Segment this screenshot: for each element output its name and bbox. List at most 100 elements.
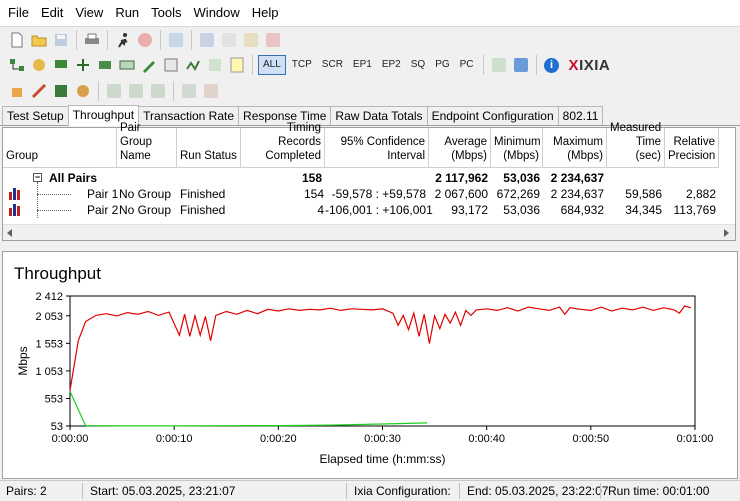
cell-minimum: 672,269 <box>496 187 540 201</box>
endpoint-pair-icon[interactable] <box>118 56 136 74</box>
col-relative-precision[interactable]: Relative Precision <box>665 128 719 168</box>
y-tick-label: 2 412 <box>35 291 63 303</box>
ixia-logo: XIXIA <box>568 56 611 74</box>
pair-toolbar: ALL TCP SCR EP1 EP2 SQ PG PC i XIXIA <box>0 52 740 78</box>
tool-icon-6[interactable] <box>127 82 145 100</box>
cut-icon[interactable] <box>198 31 216 49</box>
cell-maximum: 684,932 <box>560 203 604 217</box>
new-file-icon[interactable] <box>8 31 26 49</box>
tree-connector <box>37 210 71 211</box>
x-tick-label: 0:00:00 <box>52 433 89 445</box>
tool-icon-2[interactable] <box>30 82 48 100</box>
col-timing-records[interactable]: Timing Records Completed <box>241 122 325 168</box>
status-ixia-config: Ixia Configuration: <box>354 484 451 498</box>
menu-tools[interactable]: Tools <box>145 0 187 26</box>
scroll-right-icon[interactable] <box>724 229 729 237</box>
paste-icon[interactable] <box>242 31 260 49</box>
tab-802-11[interactable]: 802.11 <box>557 106 604 125</box>
tab-endpoint-configuration[interactable]: Endpoint Configuration <box>426 106 559 125</box>
edit-pair-icon[interactable] <box>52 56 70 74</box>
col-average[interactable]: Average (Mbps) <box>429 128 491 168</box>
menu-view[interactable]: View <box>69 0 109 26</box>
menu-help[interactable]: Help <box>246 0 285 26</box>
print-icon[interactable] <box>83 31 101 49</box>
x-tick-label: 0:00:10 <box>156 433 193 445</box>
filter-ep2-button[interactable]: EP2 <box>378 56 405 74</box>
filter-pc-button[interactable]: PC <box>456 56 478 74</box>
toolbar-separator <box>98 81 99 101</box>
number-icon[interactable] <box>228 56 246 74</box>
col-pair-group-name[interactable]: Pair Group Name <box>117 122 177 168</box>
cell-maximum: 2 234,637 <box>550 187 604 201</box>
table-header: Group Pair Group Name Run Status Timing … <box>3 122 719 168</box>
cell-confidence-interval: -106,001 : +106,001 <box>325 203 433 217</box>
chart-title: Throughput <box>14 264 101 283</box>
app-window: File Edit View Run Tools Window Help ALL… <box>0 0 740 501</box>
cell-minimum: 53,036 <box>503 171 540 185</box>
delete-icon[interactable] <box>264 31 282 49</box>
y-tick-label: 2 053 <box>35 311 63 323</box>
menu-bar: File Edit View Run Tools Window Help <box>0 0 740 26</box>
status-start: Start: 05.03.2025, 23:21:07 <box>90 484 236 498</box>
col-group[interactable]: Group <box>3 128 117 168</box>
menu-edit[interactable]: Edit <box>35 0 69 26</box>
col-measured-time[interactable]: Measured Time (sec) <box>607 122 665 168</box>
endpoint-icon[interactable] <box>96 56 114 74</box>
tool-icon-3[interactable] <box>52 82 70 100</box>
menu-run[interactable]: Run <box>109 0 145 26</box>
tool-icon-9[interactable] <box>202 82 220 100</box>
results-table: Group Pair Group Name Run Status Timing … <box>2 122 736 241</box>
x-tick-label: 0:00:40 <box>468 433 505 445</box>
y-tick-label: 553 <box>45 393 63 405</box>
pane-splitter[interactable] <box>0 243 740 251</box>
open-folder-icon[interactable] <box>30 31 48 49</box>
y-axis-label: Mbps <box>16 346 30 375</box>
filter-ep1-button[interactable]: EP1 <box>349 56 376 74</box>
save-results-icon[interactable] <box>512 56 530 74</box>
filter-all-button[interactable]: ALL <box>258 55 286 75</box>
add-multicast-icon[interactable] <box>30 56 48 74</box>
toolbar-separator <box>76 29 77 50</box>
table-row[interactable]: Pair 2 No Group Finished 4 -106,001 : +1… <box>3 202 719 218</box>
menu-window[interactable]: Window <box>188 0 246 26</box>
save-icon[interactable] <box>52 31 70 49</box>
tool-icon-5[interactable] <box>105 82 123 100</box>
network-icon[interactable] <box>74 56 92 74</box>
cell-average: 93,172 <box>451 203 488 217</box>
tool-icon-1[interactable] <box>8 82 26 100</box>
collapse-icon[interactable]: − <box>33 173 42 182</box>
add-pair-icon[interactable] <box>8 56 26 74</box>
filter-scr-button[interactable]: SCR <box>318 56 347 74</box>
menu-file[interactable]: File <box>2 0 35 26</box>
x-axis-label: Elapsed time (h:mm:ss) <box>319 452 445 466</box>
cell-timing-records: 158 <box>301 171 322 185</box>
filter-sq-button[interactable]: SQ <box>407 56 429 74</box>
validate-icon[interactable] <box>206 56 224 74</box>
info-icon[interactable]: i <box>543 56 561 74</box>
script-icon[interactable] <box>162 56 180 74</box>
qos-icon[interactable] <box>184 56 202 74</box>
tab-test-setup[interactable]: Test Setup <box>2 106 69 125</box>
horizontal-scrollbar[interactable] <box>3 224 735 240</box>
export-icon[interactable] <box>490 56 508 74</box>
edit-script-icon[interactable] <box>140 56 158 74</box>
copy-icon[interactable] <box>220 31 238 49</box>
filter-tcp-button[interactable]: TCP <box>288 56 316 74</box>
cell-pair-group-name: No Group <box>119 203 172 217</box>
table-row-all-pairs[interactable]: − All Pairs 158 2 117,962 53,036 2 234,6… <box>3 170 719 218</box>
stop-icon[interactable] <box>136 31 154 49</box>
tool-icon-4[interactable] <box>74 82 92 100</box>
tool-icon-7[interactable] <box>149 82 167 100</box>
run-icon[interactable] <box>114 31 132 49</box>
col-minimum[interactable]: Minimum (Mbps) <box>491 128 543 168</box>
y-tick-label: 53 <box>51 421 63 433</box>
tool-icon-8[interactable] <box>180 82 198 100</box>
col-run-status[interactable]: Run Status <box>177 128 241 168</box>
scroll-left-icon[interactable] <box>7 229 12 237</box>
col-maximum[interactable]: Maximum (Mbps) <box>543 128 607 168</box>
tab-raw-data-totals[interactable]: Raw Data Totals <box>330 106 428 125</box>
filter-pg-button[interactable]: PG <box>431 56 453 74</box>
col-confidence-interval[interactable]: 95% Confidence Interval <box>325 128 429 168</box>
table-row[interactable]: Pair 1 No Group Finished 154 -59,578 : +… <box>3 186 719 202</box>
refresh-icon[interactable] <box>167 31 185 49</box>
